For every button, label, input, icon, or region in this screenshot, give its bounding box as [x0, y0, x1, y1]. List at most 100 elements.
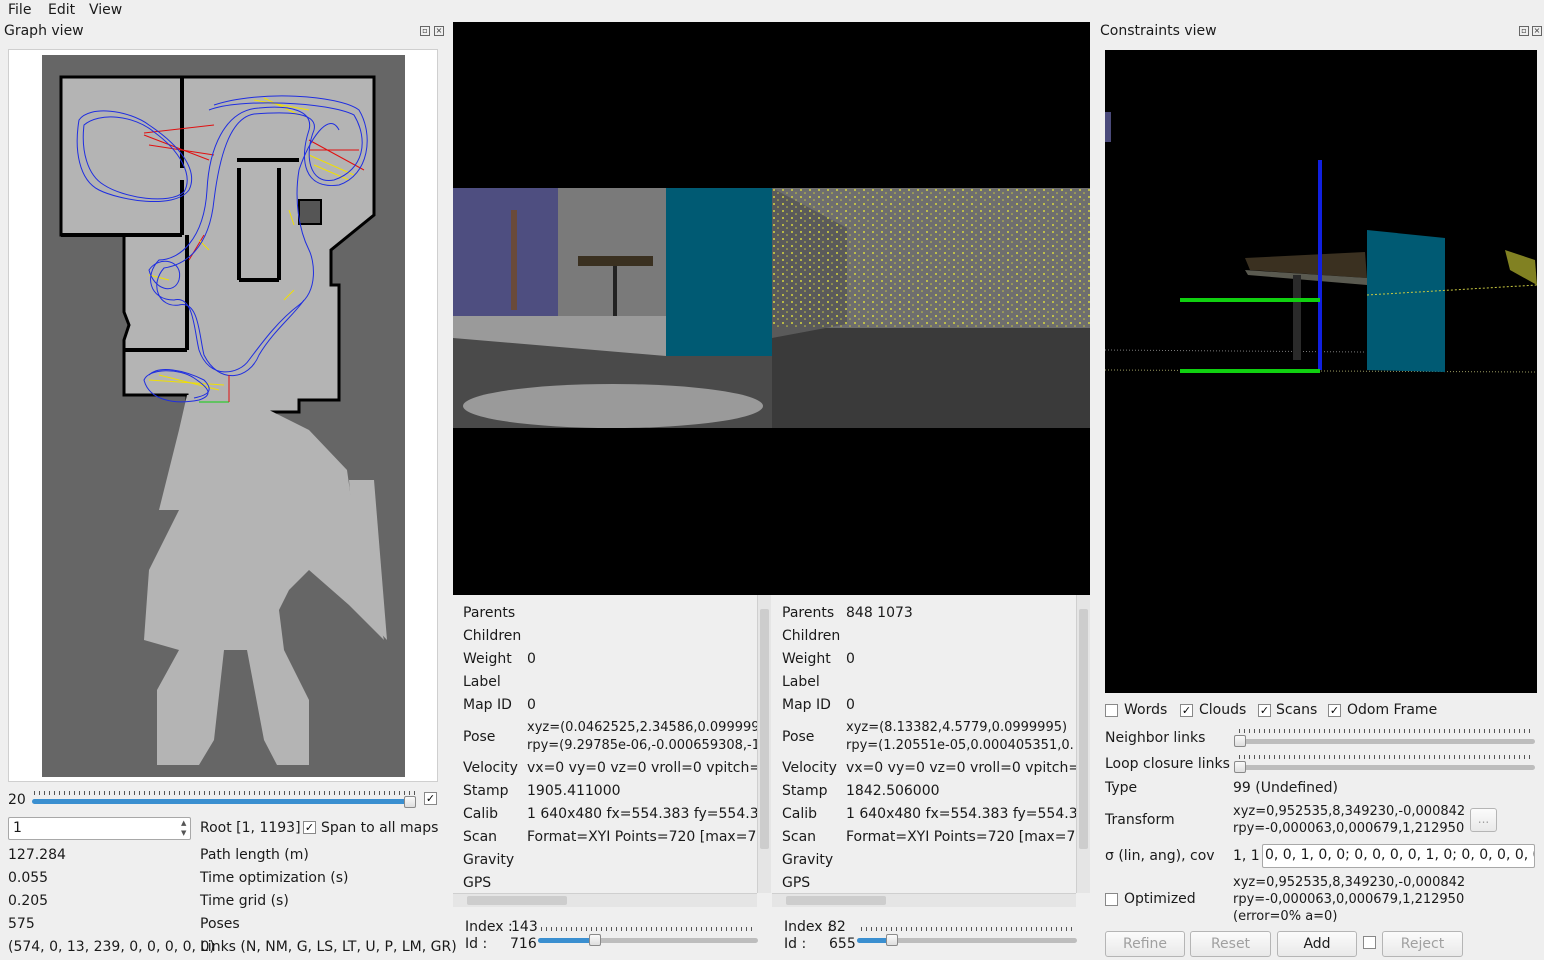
horizontal-scrollbar[interactable] [453, 893, 757, 907]
horizontal-scrollbar[interactable] [772, 893, 1076, 907]
transform-more-button[interactable]: ... [1470, 808, 1497, 832]
root-spinbox[interactable]: 1 [8, 817, 191, 840]
graph-view-title: Graph view [4, 23, 84, 39]
right-index-slider-handle[interactable] [886, 934, 899, 946]
label-label: Label [782, 674, 820, 690]
left-node-info: Parents Children Weight 0 Label Map ID 0… [453, 595, 771, 908]
reject-checkbox[interactable] [1363, 936, 1376, 949]
velocity-label: Velocity [782, 760, 837, 776]
reset-button[interactable]: Reset [1190, 931, 1271, 957]
vertical-scrollbar[interactable] [757, 595, 771, 893]
graph-slider-handle[interactable] [404, 796, 416, 808]
words-checkbox[interactable] [1105, 704, 1118, 717]
stamp-value: 1905.411000 [527, 783, 621, 799]
pose-xyz: xyz=(0.0462525,2.34586,0.0999998 [527, 720, 768, 735]
type-value: 99 (Undefined) [1233, 780, 1338, 796]
velocity-value: vx=0 vy=0 vz=0 vroll=0 vpitch=0 vy [846, 760, 1090, 776]
odom-frame-checkbox[interactable]: ✓ [1328, 704, 1341, 717]
stat-label: Time grid (s) [200, 893, 289, 909]
graph-slider-checkbox[interactable]: ✓ [424, 792, 437, 805]
graph-slider-ticks [34, 791, 416, 795]
left-index-value: 143 [511, 919, 538, 935]
sigma-label: σ (lin, ang), cov [1105, 848, 1215, 864]
clouds-checkbox[interactable]: ✓ [1180, 704, 1193, 717]
pose-rpy: rpy=(1.20551e-05,0.000405351,0. [846, 738, 1074, 753]
refine-button[interactable]: Refine [1105, 931, 1185, 957]
slider-ticks [541, 927, 756, 931]
left-id-label: Id : [465, 936, 488, 952]
optimized-error: (error=0% a=0) [1233, 909, 1338, 924]
scans-checkbox[interactable]: ✓ [1258, 704, 1271, 717]
optimized-checkbox[interactable] [1105, 893, 1118, 906]
slider-ticks [1239, 755, 1533, 759]
words-label: Words [1124, 702, 1168, 718]
menu-bar: File Edit View [0, 0, 1544, 22]
pose-label: Pose [782, 729, 815, 745]
close-icon[interactable]: × [1532, 26, 1542, 36]
scroll-thumb[interactable] [1079, 609, 1088, 849]
float-icon[interactable]: ▫ [1519, 26, 1529, 36]
right-id-value: 655 [829, 936, 856, 952]
map-id-label: Map ID [782, 697, 831, 713]
stat-value: 575 [8, 916, 35, 932]
gps-label: GPS [463, 875, 492, 891]
float-icon[interactable]: ▫ [420, 26, 430, 36]
graph-slider-value: 20 [8, 792, 26, 808]
weight-value: 0 [846, 651, 855, 667]
weight-label: Weight [782, 651, 831, 667]
menu-edit[interactable]: Edit [48, 2, 75, 18]
scroll-thumb[interactable] [786, 896, 886, 905]
left-index-slider-handle[interactable] [589, 934, 602, 946]
menu-file[interactable]: File [8, 2, 31, 18]
slider-ticks [1239, 729, 1533, 733]
calib-label: Calib [782, 806, 818, 822]
stat-label: Poses [200, 916, 240, 932]
right-node-image [772, 188, 1090, 428]
map-id-label: Map ID [463, 697, 512, 713]
left-id-value: 716 [510, 936, 537, 952]
pose-rpy: rpy=(9.29785e-06,-0.000659308,-1 [527, 738, 761, 753]
scroll-thumb[interactable] [467, 896, 567, 905]
right-node-info: Parents 848 1073 Children Weight 0 Label… [772, 595, 1090, 908]
left-index-slider[interactable] [538, 938, 758, 943]
weight-label: Weight [463, 651, 512, 667]
neighbor-links-slider[interactable] [1235, 739, 1535, 744]
sigma-value: 1, 1 [1233, 848, 1260, 864]
parents-value: 848 1073 [846, 605, 913, 621]
parents-label: Parents [782, 605, 835, 621]
left-index-label: Index : [465, 919, 513, 935]
scans-label: Scans [1276, 702, 1318, 718]
neighbor-links-slider-handle[interactable] [1234, 735, 1246, 747]
velocity-label: Velocity [463, 760, 518, 776]
graph-slider[interactable] [32, 799, 414, 804]
reject-button[interactable]: Reject [1382, 931, 1463, 957]
children-label: Children [782, 628, 841, 644]
loop-closure-links-slider[interactable] [1235, 765, 1535, 770]
constraints-3d-view[interactable] [1104, 50, 1538, 693]
scan-value: Format=XYI Points=720 [max=720 [846, 829, 1090, 845]
spin-arrows-icon[interactable]: ▲ ▼ [181, 818, 186, 838]
pose-xyz: xyz=(8.13382,4.5779,0.0999995) [846, 720, 1068, 735]
add-button[interactable]: Add [1277, 931, 1357, 957]
covariance-field[interactable]: 0, 0, 1, 0, 0; 0, 0, 0, 0, 1, 0; 0, 0, 0… [1262, 844, 1535, 868]
loop-closure-links-label: Loop closure links [1105, 756, 1230, 772]
pose-label: Pose [463, 729, 496, 745]
transform-xyz: xyz=0,952535,8,349230,-0,000842 [1233, 804, 1466, 819]
stamp-label: Stamp [782, 783, 828, 799]
graph-canvas[interactable] [8, 49, 438, 782]
menu-view[interactable]: View [89, 2, 122, 18]
slider-ticks [861, 927, 1073, 931]
stat-label: Links (N, NM, G, LS, LT, U, P, LM, GR) [200, 939, 457, 955]
loop-closure-links-slider-handle[interactable] [1234, 761, 1246, 773]
stamp-label: Stamp [463, 783, 509, 799]
span-all-maps-checkbox[interactable]: ✓ [303, 821, 316, 834]
children-label: Children [463, 628, 522, 644]
close-icon[interactable]: × [434, 26, 444, 36]
calib-value: 1 640x480 fx=554.383 fy=554.383 [527, 806, 771, 822]
vertical-scrollbar[interactable] [1076, 595, 1090, 893]
gravity-label: Gravity [782, 852, 834, 868]
scroll-thumb[interactable] [760, 609, 769, 849]
stat-label: Time optimization (s) [200, 870, 349, 886]
scan-label: Scan [463, 829, 498, 845]
node-images-view[interactable] [453, 22, 1090, 595]
